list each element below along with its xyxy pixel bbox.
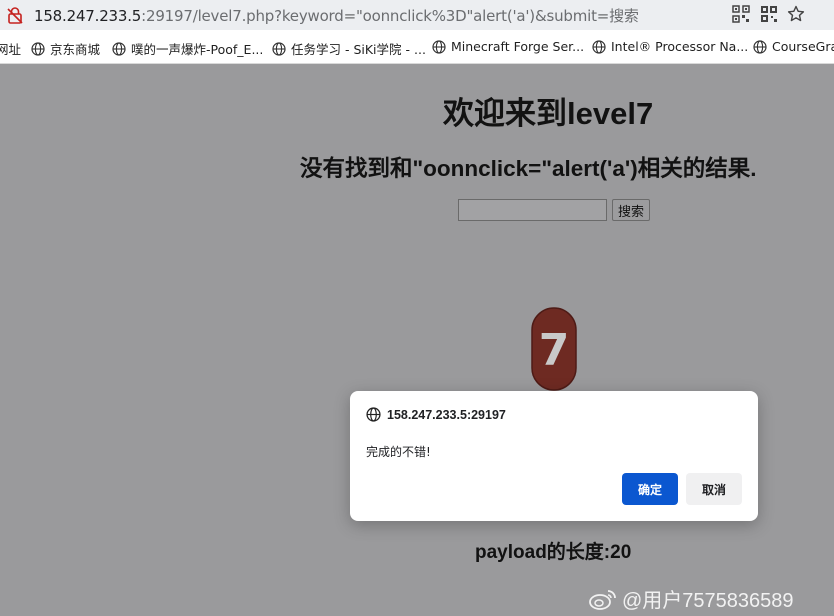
- bookmark-item[interactable]: 网址: [0, 39, 21, 58]
- dialog-origin-text: 158.247.233.5:29197: [387, 407, 506, 422]
- bookmark-label: 任务学习 - SiKi学院 - ...: [291, 42, 426, 57]
- insecure-lock-icon[interactable]: [7, 6, 23, 24]
- weibo-icon: [589, 589, 616, 610]
- bookmark-label: Intel® Processor Na...: [611, 39, 749, 54]
- globe-icon: [592, 39, 606, 54]
- bookmark-item[interactable]: Intel® Processor Na...: [592, 39, 748, 54]
- ok-button[interactable]: 确定: [622, 473, 678, 505]
- globe-icon: [31, 41, 45, 56]
- bookmark-label: 京东商城: [50, 42, 101, 57]
- bookmark-item[interactable]: CourseGrad: [753, 39, 834, 54]
- bookmark-label: Minecraft Forge Ser...: [451, 39, 585, 54]
- globe-icon: [432, 39, 446, 54]
- payload-length-text: payload的长度:20: [475, 542, 632, 563]
- dialog-origin: 158.247.233.5:29197: [366, 407, 506, 422]
- bookmark-label: 噗的一声爆炸-Poof_E...: [131, 42, 264, 57]
- bookmark-item[interactable]: Minecraft Forge Ser...: [432, 39, 584, 54]
- badge-number: 7: [539, 325, 570, 376]
- page-title: 欢迎来到level7: [443, 96, 654, 131]
- qr-scan-icon[interactable]: [760, 5, 778, 23]
- globe-icon: [753, 39, 767, 54]
- alert-dialog: 158.247.233.5:29197 完成的不错! 确定 取消: [350, 391, 758, 521]
- cancel-button[interactable]: 取消: [686, 473, 742, 505]
- keyword-input[interactable]: [458, 199, 607, 221]
- watermark-text: @用户7575836589: [622, 590, 794, 612]
- qr-code-icon[interactable]: [732, 5, 750, 23]
- search-result-message: 没有找到和"oonnclick="alert('a')相关的结果.: [300, 156, 757, 181]
- search-button[interactable]: 搜索: [612, 199, 650, 221]
- bookmark-item[interactable]: 京东商城: [31, 39, 100, 58]
- globe-icon: [112, 41, 126, 56]
- bookmarks-bar: 网址 京东商城 噗的一声爆炸-Poof_E... 任务学习 - SiKi学院 -…: [0, 30, 834, 64]
- bookmark-label: CourseGrad: [772, 39, 834, 54]
- address-bar[interactable]: 158.247.233.5:29197/level7.php?keyword="…: [0, 0, 834, 30]
- url-path: :29197/level7.php?keyword="oonnclick%3D"…: [141, 7, 639, 25]
- page-content: 欢迎来到level7 没有找到和"oonnclick="alert('a')相关…: [0, 64, 834, 616]
- level-badge-image: 7: [531, 307, 577, 391]
- globe-icon: [272, 41, 286, 56]
- bookmark-item[interactable]: 任务学习 - SiKi学院 - ...: [272, 39, 426, 58]
- bookmark-item[interactable]: 噗的一声爆炸-Poof_E...: [112, 39, 263, 58]
- watermark: @用户7575836589: [588, 584, 794, 613]
- bookmark-star-icon[interactable]: [787, 5, 805, 23]
- globe-icon: [366, 407, 381, 422]
- url-host: 158.247.233.5: [34, 7, 142, 25]
- dialog-message: 完成的不错!: [366, 445, 431, 459]
- bookmark-label: 网址: [0, 42, 22, 57]
- url-text[interactable]: 158.247.233.5:29197/level7.php?keyword="…: [34, 5, 639, 26]
